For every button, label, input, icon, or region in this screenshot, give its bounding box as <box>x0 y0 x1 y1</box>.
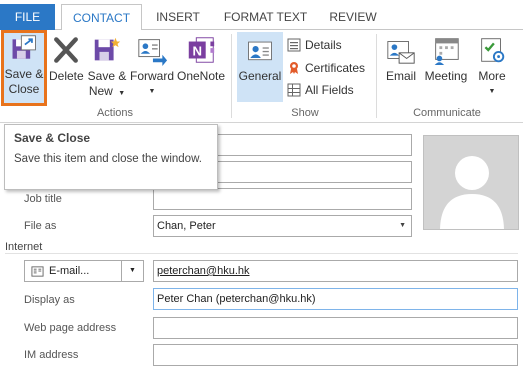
section-divider <box>5 253 518 254</box>
tab-contact[interactable]: CONTACT <box>61 4 142 31</box>
all-fields-icon <box>287 83 301 97</box>
more-label: More <box>478 69 506 83</box>
chevron-down-icon: ▼ <box>148 88 156 95</box>
svg-text:N: N <box>192 44 202 59</box>
save-new-label-line2-wrap: New ▼ <box>87 84 127 101</box>
save-close-icon <box>12 35 36 59</box>
chevron-down-icon: ▼ <box>399 222 406 229</box>
actions-group-label: Actions <box>96 107 134 119</box>
delete-label: Delete <box>49 69 84 83</box>
all-fields-button[interactable]: All Fields <box>287 80 354 102</box>
tab-file[interactable]: FILE <box>0 4 55 30</box>
delete-button[interactable]: Delete <box>49 32 84 104</box>
email-label: Email <box>385 69 416 83</box>
web-page-address-label: Web page address <box>24 322 117 334</box>
email-type-dropdown[interactable]: E-mail... ▼ <box>24 260 144 282</box>
forward-contact-icon <box>138 39 168 66</box>
save-new-icon <box>94 37 121 61</box>
contact-card-icon <box>248 41 272 61</box>
divider <box>121 261 122 281</box>
person-silhouette-icon <box>440 156 504 229</box>
save-close-label-line2: Close <box>8 82 40 96</box>
save-close-tooltip: Save & Close Save this item and close th… <box>4 124 218 190</box>
meeting-label: Meeting <box>424 69 468 83</box>
details-button[interactable]: Details <box>287 35 342 57</box>
more-button[interactable]: More ▼ <box>474 32 510 104</box>
tooltip-title: Save & Close <box>14 131 91 145</box>
certificate-ribbon-icon <box>290 62 298 74</box>
details-label: Details <box>305 38 342 52</box>
forward-button[interactable]: Forward ▼ <box>129 32 175 104</box>
general-button[interactable]: General <box>237 32 283 102</box>
tooltip-body: Save this item and close the window. <box>14 153 202 165</box>
ribbon: Save & Close Delete Save & New ▼ Forward… <box>0 30 523 123</box>
more-communicate-icon <box>481 38 505 63</box>
onenote-icon: N <box>188 37 215 63</box>
forward-label: Forward <box>129 69 174 83</box>
im-address-label: IM address <box>24 349 79 361</box>
meeting-calendar-icon <box>434 38 459 66</box>
job-title-field[interactable] <box>153 188 412 210</box>
show-group-label: Show <box>291 107 319 119</box>
save-new-label-line1: Save & <box>87 69 127 83</box>
job-title-label: Job title <box>24 193 62 205</box>
save-close-label-line1: Save & <box>4 67 44 81</box>
onenote-label: OneNote <box>176 69 226 83</box>
file-as-label: File as <box>24 220 57 232</box>
delete-x-icon <box>54 37 78 63</box>
chevron-down-icon: ▼ <box>118 90 126 97</box>
ribbon-tab-row: FILE CONTACT INSERT FORMAT TEXT REVIEW <box>0 0 523 31</box>
all-fields-label: All Fields <box>305 83 354 97</box>
internet-section-label: Internet <box>5 241 43 253</box>
contact-photo[interactable] <box>423 135 519 230</box>
general-label: General <box>238 69 282 83</box>
im-address-field[interactable] <box>153 344 518 366</box>
address-card-icon <box>31 266 44 277</box>
tab-insert[interactable]: INSERT <box>148 4 208 30</box>
display-as-label: Display as <box>24 294 75 306</box>
communicate-group-label: Communicate <box>413 107 481 119</box>
certificates-label: Certificates <box>305 61 366 75</box>
email-type-label: E-mail... <box>49 265 90 277</box>
email-button[interactable]: Email <box>382 32 420 104</box>
chevron-down-icon: ▼ <box>129 267 136 274</box>
meeting-button[interactable]: Meeting <box>422 32 470 104</box>
certificates-button[interactable]: Certificates <box>287 58 365 80</box>
web-page-address-field[interactable] <box>153 317 518 339</box>
email-field[interactable]: peterchan@hku.hk <box>153 260 518 282</box>
email-contact-icon <box>387 41 415 64</box>
save-new-button[interactable]: Save & New ▼ <box>87 32 127 104</box>
save-close-button[interactable]: Save & Close <box>1 30 47 106</box>
display-as-field[interactable]: Peter Chan (peterchan@hku.hk) <box>153 288 518 310</box>
onenote-button[interactable]: N OneNote <box>176 32 226 104</box>
group-separator <box>376 34 377 118</box>
chevron-down-icon: ▼ <box>488 88 496 95</box>
tab-format-text[interactable]: FORMAT TEXT <box>218 4 313 30</box>
file-as-value: Chan, Peter <box>157 220 216 232</box>
details-icon <box>287 38 301 52</box>
file-as-select[interactable]: Chan, Peter ▼ <box>153 215 412 237</box>
save-new-label-line2: New <box>88 84 113 98</box>
tab-review[interactable]: REVIEW <box>322 4 384 30</box>
group-separator <box>231 34 232 118</box>
